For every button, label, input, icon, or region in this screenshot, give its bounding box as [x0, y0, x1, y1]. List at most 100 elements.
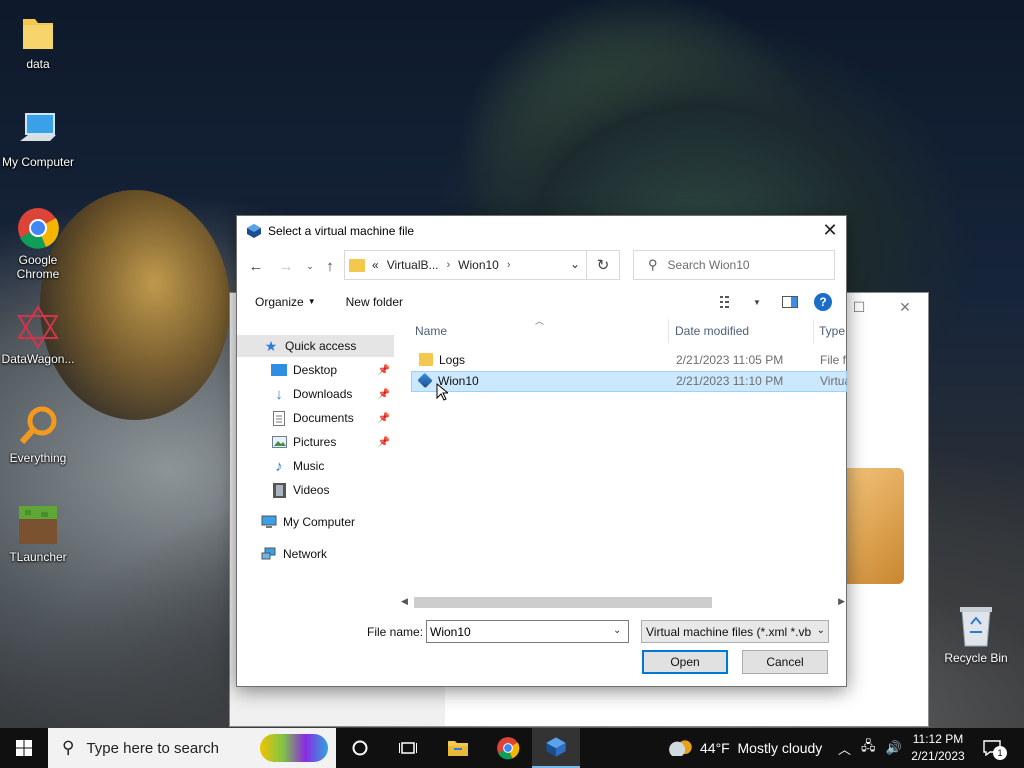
action-center-button[interactable]: 1	[980, 738, 1007, 760]
change-view-button[interactable]	[718, 294, 738, 310]
up-button[interactable]: ↑	[321, 257, 339, 275]
close-button[interactable]: ✕	[814, 216, 846, 245]
window-controls: ☐ ✕	[836, 293, 928, 321]
file-type-value: Virtual machine files (*.xml *.vb	[646, 625, 812, 639]
task-view-button[interactable]	[384, 728, 432, 768]
pin-icon: 📌	[377, 388, 390, 400]
close-icon[interactable]: ✕	[882, 293, 928, 321]
search-icon: ⚲	[648, 257, 658, 272]
dialog-title: Select a virtual machine file	[268, 223, 415, 238]
taskbar-file-explorer[interactable]	[434, 728, 482, 768]
refresh-button[interactable]: ↻	[587, 250, 620, 280]
tlauncher-icon	[16, 503, 60, 547]
desktop-icon	[271, 362, 287, 378]
virtualbox-file-icon	[417, 372, 433, 389]
search-input[interactable]: ⚲ Search Wion10	[633, 250, 835, 280]
file-type: File fo	[820, 353, 847, 367]
desktop-icon-everything[interactable]: Everything	[0, 404, 76, 465]
column-divider[interactable]	[668, 319, 669, 343]
desktop-icon-google-chrome[interactable]: Google Chrome	[0, 206, 76, 281]
nav-network[interactable]: Network	[237, 543, 394, 565]
preview-pane-button[interactable]	[780, 294, 800, 310]
desktop-icon-data[interactable]: data	[0, 10, 76, 71]
nav-desktop[interactable]: Desktop 📌	[237, 359, 394, 381]
desktop-icon-recycle-bin[interactable]: Recycle Bin	[941, 604, 1011, 665]
arrow-right-icon: →	[278, 257, 294, 275]
view-controls: ▼ ?	[718, 288, 846, 316]
breadcrumb-item[interactable]: Wion10	[458, 258, 499, 272]
pin-icon: 📌	[377, 412, 390, 424]
breadcrumb-overflow[interactable]: «	[372, 258, 379, 272]
system-tray: ︿ 🖧 🔊	[838, 728, 912, 768]
details-view-icon	[720, 296, 729, 308]
nav-item-label: Pictures	[293, 435, 337, 449]
folder-icon	[419, 353, 433, 366]
caret-down-icon: ▼	[753, 297, 761, 307]
search-placeholder: Type here to search	[86, 739, 220, 757]
back-button[interactable]: ←	[247, 257, 265, 275]
windows-logo-icon	[16, 740, 32, 756]
desktop-icon-my-computer[interactable]: My Computer	[0, 108, 76, 169]
chevron-right-icon[interactable]: ›	[507, 259, 511, 271]
taskbar-chrome[interactable]	[484, 728, 532, 768]
file-type-select[interactable]: Virtual machine files (*.xml *.vb ⌄	[641, 620, 829, 643]
nav-videos[interactable]: Videos	[237, 479, 394, 501]
address-bar[interactable]: « VirtualB... › Wion10 › ⌄	[344, 250, 587, 280]
download-icon: ↓	[275, 385, 283, 403]
chevron-down-icon[interactable]: ⌄	[613, 625, 621, 636]
nav-item-label: Videos	[293, 483, 330, 497]
desktop-icon-tlauncher[interactable]: TLauncher	[0, 503, 76, 564]
taskbar-search-box[interactable]: ⚲ Type here to search	[48, 728, 336, 768]
file-row-logs[interactable]: Logs 2/21/2023 11:05 PM File fo	[411, 350, 847, 371]
column-header-name[interactable]: Name	[411, 319, 667, 343]
file-explorer-icon	[448, 741, 468, 756]
scroll-right-icon[interactable]: ▶	[838, 596, 845, 607]
scrollbar-thumb[interactable]	[414, 597, 712, 608]
desktop-icon-label: TLauncher	[9, 550, 67, 564]
file-row-wion10[interactable]: Wion10 2/21/2023 11:10 PM Virtua	[411, 371, 847, 392]
taskbar-virtualbox[interactable]	[532, 728, 580, 768]
nav-music[interactable]: ♪ Music	[237, 455, 394, 477]
column-header-date-modified[interactable]: Date modified	[671, 319, 813, 343]
cortana-button[interactable]	[336, 728, 384, 768]
nav-quick-access[interactable]: ★ Quick access	[237, 335, 394, 357]
column-divider[interactable]	[813, 319, 814, 343]
nav-my-computer[interactable]: My Computer	[237, 511, 394, 533]
partly-cloudy-icon	[668, 740, 694, 756]
scroll-left-icon[interactable]: ◀	[401, 596, 408, 607]
view-dropdown-button[interactable]: ▼	[752, 294, 762, 310]
pictures-icon	[271, 434, 287, 450]
mouse-cursor-icon	[436, 383, 448, 401]
desktop-icon-datawagon[interactable]: DataWagon...	[0, 305, 76, 366]
start-button[interactable]	[0, 728, 48, 768]
chevron-up-icon[interactable]: ︿	[838, 739, 851, 758]
forward-button[interactable]: →	[277, 257, 295, 275]
weather-widget[interactable]: 44°F Mostly cloudy	[668, 728, 822, 768]
new-folder-button[interactable]: New folder	[346, 295, 403, 309]
taskbar-clock[interactable]: 11:12 PM 2/21/2023	[905, 731, 971, 765]
document-icon	[271, 410, 287, 426]
navigation-pane: ★ Quick access Desktop 📌 ↓ Downloads 📌 D…	[237, 319, 397, 607]
column-header-type[interactable]: Type	[815, 319, 847, 343]
chevron-down-icon: ⌄	[814, 625, 825, 636]
organize-button[interactable]: Organize ▼	[255, 295, 316, 309]
search-placeholder: Search Wion10	[667, 258, 750, 272]
help-button[interactable]: ?	[814, 293, 832, 311]
chevron-right-icon[interactable]: ›	[447, 259, 451, 271]
cancel-button[interactable]: Cancel	[742, 650, 828, 674]
recent-locations-button[interactable]: ⌄	[301, 257, 319, 275]
search-icon: ⚲	[62, 738, 75, 757]
nav-documents[interactable]: Documents 📌	[237, 407, 394, 429]
horizontal-scrollbar[interactable]: ◀ ▶	[397, 594, 847, 611]
chevron-down-icon[interactable]: ⌄	[570, 257, 580, 271]
navigation-bar: ← → ⌄ ↑ « VirtualB... › Wion10 › ⌄ ↻ ⚲ S…	[237, 249, 846, 282]
file-name-input[interactable]	[426, 620, 629, 643]
nav-pictures[interactable]: Pictures 📌	[237, 431, 394, 453]
nav-downloads[interactable]: ↓ Downloads 📌	[237, 383, 394, 405]
breadcrumb-item[interactable]: VirtualB...	[387, 258, 439, 272]
network-icon[interactable]: 🖧	[861, 737, 876, 759]
refresh-icon: ↻	[596, 257, 610, 274]
open-button[interactable]: Open	[642, 650, 728, 674]
volume-icon[interactable]: 🔊	[886, 740, 902, 756]
computer-icon	[16, 108, 60, 152]
